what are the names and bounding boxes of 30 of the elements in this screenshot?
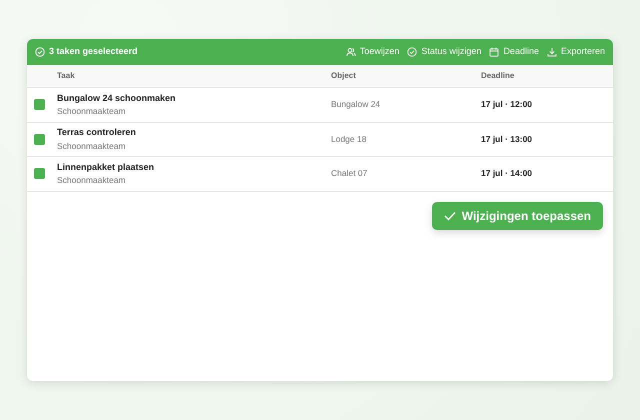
column-header: Deadline bbox=[481, 71, 514, 80]
team-name: Schoonmaakteam bbox=[57, 140, 127, 152]
deadline-text: 17 jul · 12:00 bbox=[481, 99, 532, 109]
checkbox[interactable] bbox=[34, 168, 45, 180]
task-title: Terras controleren bbox=[57, 126, 137, 140]
people-icon bbox=[346, 47, 356, 57]
download-icon bbox=[546, 47, 557, 57]
check-circle-icon bbox=[407, 47, 418, 57]
column-header: Object bbox=[331, 71, 356, 80]
object-name: Bungalow 24 bbox=[331, 99, 380, 109]
check-icon bbox=[444, 210, 456, 220]
checkbox[interactable] bbox=[34, 134, 45, 145]
toolbar-button[interactable]: Status wijzigen bbox=[407, 45, 482, 59]
team-name: Schoonmaakteam bbox=[57, 174, 127, 187]
team-name: Schoonmaakteam bbox=[57, 105, 127, 118]
task-title: Linnenpakket plaatsen bbox=[57, 160, 156, 174]
apply-button[interactable]: Wijzigingen toepassen bbox=[432, 202, 603, 230]
toolbar-button[interactable]: Exporteren bbox=[546, 45, 605, 59]
object-name: Chalet 07 bbox=[331, 168, 368, 178]
calendar-icon bbox=[489, 47, 500, 57]
column-header: Taak bbox=[57, 71, 75, 80]
task-title: Bungalow 24 schoonmaken bbox=[57, 92, 177, 105]
toolbar-button[interactable]: Deadline bbox=[489, 45, 539, 59]
check-circle-icon bbox=[35, 47, 45, 57]
toolbar-button[interactable]: Toewijzen bbox=[346, 45, 400, 59]
deadline-text: 17 jul · 14:00 bbox=[481, 168, 532, 178]
selection-count: 3 taken geselecteerd bbox=[49, 45, 138, 58]
object-name: Lodge 18 bbox=[331, 134, 366, 144]
deadline-text: 17 jul · 13:00 bbox=[481, 134, 532, 144]
checkbox[interactable] bbox=[34, 99, 45, 110]
